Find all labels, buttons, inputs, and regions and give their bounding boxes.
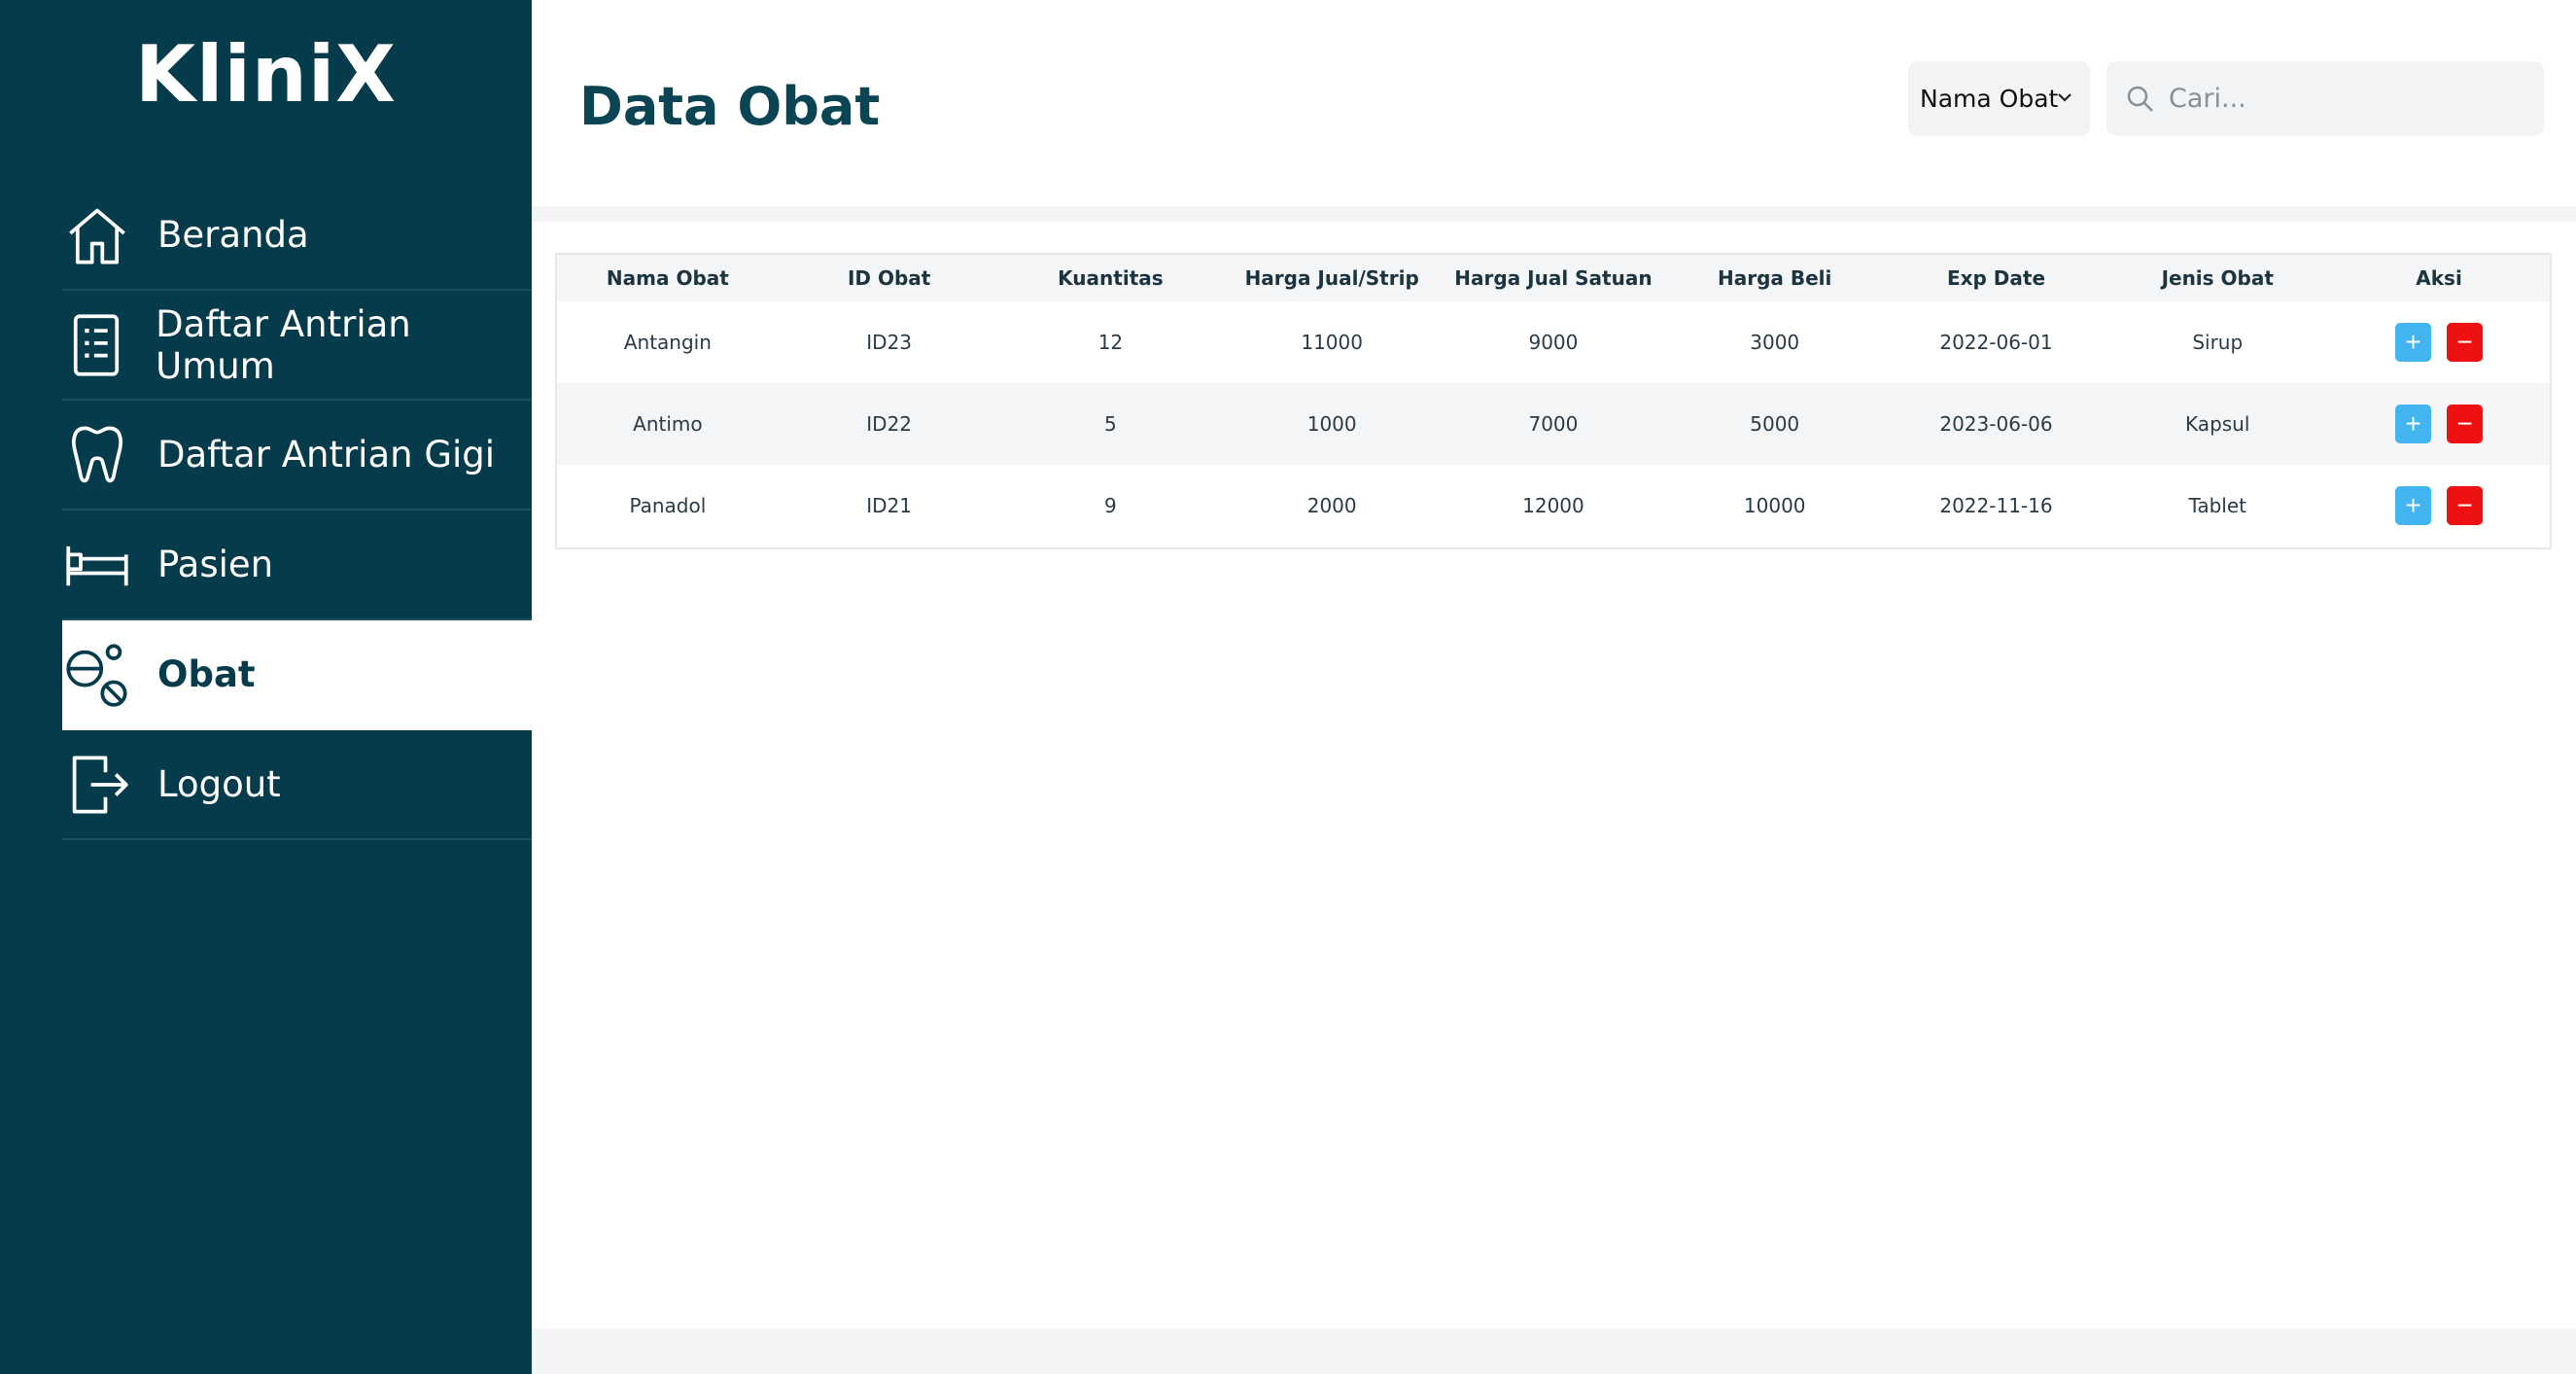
- footer-band: [532, 1328, 2576, 1374]
- column-header: Exp Date: [1946, 266, 2046, 290]
- table-cell: Kapsul: [2185, 412, 2250, 436]
- column-header: Harga Jual Satuan: [1454, 266, 1653, 290]
- table-cell: 5: [1104, 412, 1117, 436]
- home-icon: [62, 200, 132, 270]
- table-cell: Antimo: [633, 412, 703, 436]
- sidebar-item-logout[interactable]: Logout: [62, 730, 532, 840]
- sidebar: KliniX Beranda Daftar Antrian Umum Dafta…: [0, 0, 532, 1374]
- sidebar-item-daftar-antrian-gigi[interactable]: Daftar Antrian Gigi: [62, 401, 532, 511]
- remove-button[interactable]: −: [2447, 323, 2484, 362]
- table-cell: 2022-11-16: [1939, 494, 2053, 517]
- table-cell: ID23: [866, 331, 913, 354]
- header-divider: [532, 206, 2576, 222]
- row-actions: + −: [2328, 323, 2550, 362]
- filter-select-value: Nama Obat: [1920, 85, 2059, 113]
- table-cell: Panadol: [629, 494, 707, 517]
- actions-cell: + −: [2328, 383, 2550, 465]
- table-cell: Sirup: [2192, 331, 2244, 354]
- pills-icon: [62, 640, 132, 710]
- app-logo: KliniX: [135, 29, 397, 120]
- actions-cell: + −: [2328, 301, 2550, 383]
- medicine-table-container: Nama Obat ID Obat Kuantitas Harga Jual/S…: [555, 253, 2552, 549]
- sidebar-item-label: Obat: [157, 653, 256, 695]
- remove-button[interactable]: −: [2447, 405, 2484, 443]
- search-input[interactable]: [2169, 84, 2528, 114]
- app-root: KliniX Beranda Daftar Antrian Umum Dafta…: [0, 0, 2576, 1374]
- column-header: Kuantitas: [1058, 266, 1164, 290]
- column-header: Harga Beli: [1718, 266, 1832, 290]
- search-icon: [2127, 86, 2153, 112]
- page-title: Data Obat: [579, 76, 881, 137]
- sidebar-item-label: Pasien: [157, 544, 274, 585]
- column-header: Jenis Obat: [2161, 266, 2274, 290]
- table-cell: 12: [1097, 331, 1124, 354]
- sidebar-item-label: Logout: [157, 763, 281, 805]
- remove-button[interactable]: −: [2447, 486, 2484, 525]
- table-cell: 3000: [1750, 331, 1800, 354]
- filter-select[interactable]: Nama Obat: [1908, 61, 2090, 136]
- table-cell: 10000: [1743, 494, 1806, 517]
- add-button[interactable]: +: [2395, 486, 2432, 525]
- sidebar-item-label: Daftar Antrian Umum: [156, 302, 411, 387]
- sidebar-item-label: Daftar Antrian Gigi: [157, 434, 496, 476]
- add-button[interactable]: +: [2395, 405, 2432, 443]
- table-cell: 9000: [1528, 331, 1579, 354]
- table-cell: 2022-06-01: [1939, 331, 2053, 354]
- bed-icon: [62, 530, 132, 600]
- table-row: Antimo ID22 5 1000 7000 5000 2023-06-06 …: [557, 383, 2550, 465]
- column-header: Aksi: [2416, 266, 2462, 290]
- table-cell: Antangin: [623, 331, 712, 354]
- row-actions: + −: [2328, 405, 2550, 443]
- search-box: [2106, 61, 2544, 136]
- table-cell: ID22: [866, 412, 913, 436]
- column-header: Harga Jual/Strip: [1244, 266, 1419, 290]
- table-cell: ID21: [866, 494, 913, 517]
- chevron-down-icon: [2058, 93, 2071, 102]
- sidebar-item-obat[interactable]: Obat: [62, 620, 532, 730]
- table-row: Antangin ID23 12 11000 9000 3000 2022-06…: [557, 301, 2550, 383]
- medicine-table: Nama Obat ID Obat Kuantitas Harga Jual/S…: [557, 255, 2550, 546]
- table-header-row: Nama Obat ID Obat Kuantitas Harga Jual/S…: [557, 255, 2550, 301]
- table-cell: 9: [1104, 494, 1117, 517]
- column-header: ID Obat: [847, 266, 931, 290]
- table-cell: Tablet: [2188, 494, 2247, 517]
- actions-cell: + −: [2328, 465, 2550, 546]
- column-header: Nama Obat: [606, 266, 729, 290]
- sidebar-item-pasien[interactable]: Pasien: [62, 511, 532, 620]
- row-actions: + −: [2328, 486, 2550, 525]
- sidebar-item-daftar-antrian-umum[interactable]: Daftar Antrian Umum: [62, 291, 532, 401]
- table-cell: 1000: [1306, 412, 1357, 436]
- sidebar-nav: Beranda Daftar Antrian Umum Daftar Antri…: [62, 181, 532, 840]
- table-cell: 11000: [1301, 331, 1363, 354]
- table-cell: 2000: [1306, 494, 1357, 517]
- logout-icon: [62, 750, 132, 820]
- table-cell: 2023-06-06: [1939, 412, 2053, 436]
- table-row: Panadol ID21 9 2000 12000 10000 2022-11-…: [557, 465, 2550, 546]
- list-icon: [62, 310, 130, 380]
- table-cell: 5000: [1750, 412, 1800, 436]
- table-cell: 7000: [1528, 412, 1579, 436]
- table-cell: 12000: [1522, 494, 1584, 517]
- sidebar-item-beranda[interactable]: Beranda: [62, 181, 532, 291]
- add-button[interactable]: +: [2395, 323, 2432, 362]
- sidebar-item-label: Beranda: [157, 214, 309, 256]
- main-content: Data Obat Nama Obat Nama Obat ID Obat: [532, 0, 2576, 1374]
- tooth-icon: [62, 420, 132, 490]
